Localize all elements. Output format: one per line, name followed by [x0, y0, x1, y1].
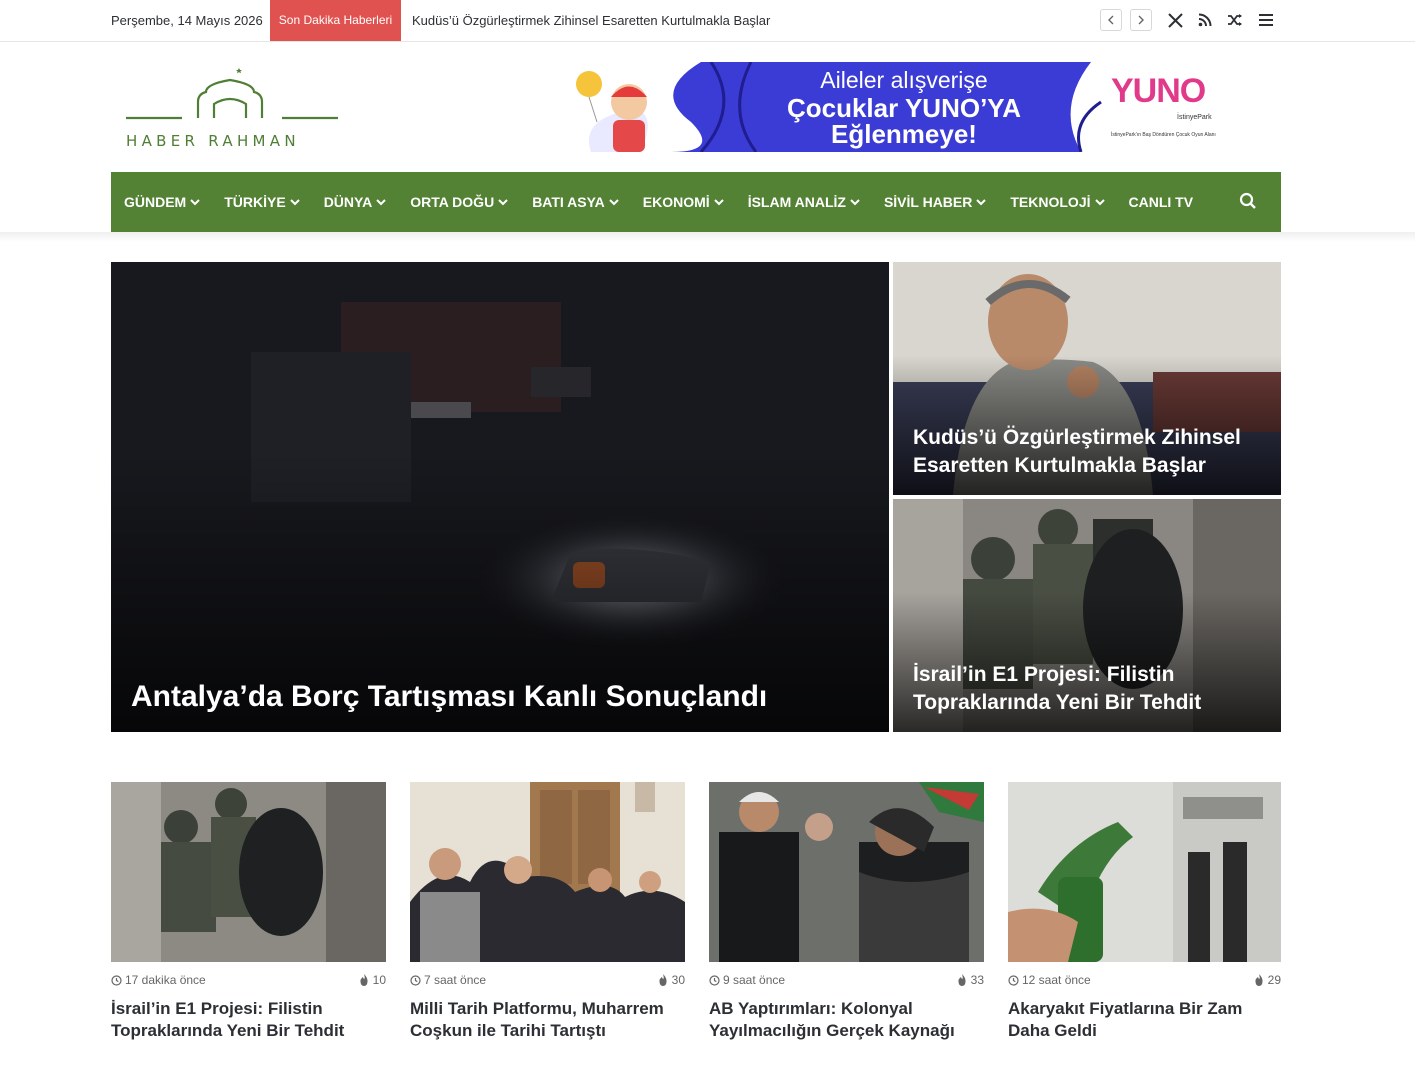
article-card-2[interactable]: 7 saat önce 30 Milli Tarih Platformu, Mu…	[410, 782, 685, 1042]
side-menu-button[interactable]	[1256, 10, 1276, 30]
chevron-down-icon	[1094, 198, 1105, 206]
nav-item-teknoloji̇[interactable]: TEKNOLOJİ	[1010, 172, 1105, 232]
nav-item-bati-asya[interactable]: BATI ASYA	[532, 172, 619, 232]
article-thumbnail-3[interactable]	[709, 782, 984, 962]
breaking-news-headline[interactable]: Kudüs’ü Özgürleştirmek Zihinsel Esarette…	[412, 0, 770, 41]
flame-icon	[958, 974, 966, 986]
chevron-down-icon	[190, 198, 200, 206]
nav-item-label: TÜRKİYE	[224, 194, 286, 210]
article-meta-4: 12 saat önce 29	[1008, 962, 1281, 998]
current-date: Perşembe, 14 Mayıs 2026	[111, 13, 263, 28]
x-icon	[1167, 12, 1183, 28]
article-views-2: 30	[658, 973, 685, 987]
nav-list: GÜNDEM TÜRKİYE DÜNYA ORTA DOĞU BATI ASYA EKON…	[111, 172, 1281, 232]
article-card-1[interactable]: 17 dakika önce 10 İsrail’in E1 Projesi: …	[111, 782, 386, 1042]
search-icon	[1239, 192, 1256, 209]
article-time-1: 17 dakika önce	[111, 973, 206, 987]
hero-side-title-2[interactable]: İsrail’in E1 Projesi: Filistin Topraklar…	[913, 661, 1263, 717]
menu-icon	[1259, 14, 1273, 26]
flame-icon	[1255, 974, 1263, 986]
yuno-logo: YUNO	[1111, 72, 1206, 110]
nav-item-ekonomi̇[interactable]: EKONOMİ	[643, 172, 724, 232]
nav-item-label: EKONOMİ	[642, 194, 710, 210]
chevron-left-icon	[1108, 15, 1114, 25]
article-thumbnail-1[interactable]	[111, 782, 386, 962]
site-logo[interactable]: HABER RAHMAN	[126, 60, 338, 152]
chevron-down-icon	[850, 198, 860, 206]
hero-main-title[interactable]: Antalya’da Borç Tartışması Kanlı Sonuçla…	[131, 678, 871, 716]
article-views-3: 33	[957, 973, 984, 987]
logo-wordmark: HABER RAHMAN	[126, 132, 300, 150]
article-time-3: 9 saat önce	[709, 973, 785, 987]
clock-icon	[410, 974, 421, 986]
banner-caption: İstinyePark’ın Baş Döndüren Çocuk Oyun A…	[1111, 132, 1216, 138]
nav-item-label: GÜNDEM	[124, 194, 187, 210]
mosque-logo-icon	[126, 62, 338, 120]
article-meta-3: 9 saat önce 33	[709, 962, 984, 998]
chevron-down-icon	[376, 198, 386, 206]
article-thumbnail-2[interactable]	[410, 782, 685, 962]
nav-item-label: BATI ASYA	[532, 194, 605, 210]
banner-line-1: Aileler alışverişe	[820, 67, 988, 93]
shuffle-icon	[1228, 14, 1242, 26]
clock-icon	[111, 974, 122, 986]
hero-main-article[interactable]: Antalya’da Borç Tartışması Kanlı Sonuçla…	[111, 262, 889, 732]
article-card-3[interactable]: 9 saat önce 33 AB Yaptırımları: Kolonyal…	[709, 782, 984, 1042]
banner-line-3: Eğlenmeye!	[831, 119, 977, 149]
nav-item-label: SİVİL HABER	[883, 194, 973, 210]
nav-item-label: ORTA DOĞU	[410, 194, 495, 210]
article-thumbnail-4[interactable]	[1008, 782, 1281, 962]
article-time-4: 12 saat önce	[1008, 973, 1091, 987]
chevron-down-icon	[498, 198, 508, 206]
banner-brand-sub: İstinyePark	[1177, 114, 1212, 121]
nav-shadow	[0, 232, 1415, 242]
nav-item-label: DÜNYA	[323, 194, 373, 210]
x-social-link[interactable]	[1165, 10, 1185, 30]
rss-link[interactable]	[1195, 10, 1215, 30]
advertisement-banner[interactable]: Aileler alışverişe Çocuklar YUNO’YA Eğle…	[551, 62, 1281, 152]
random-article-button[interactable]	[1225, 10, 1245, 30]
article-meta-1: 17 dakika önce 10	[111, 962, 386, 998]
clock-icon	[709, 974, 720, 986]
nav-item-orta-doğu[interactable]: ORTA DOĞU	[410, 172, 508, 232]
hero-side-article-2[interactable]: İsrail’in E1 Projesi: Filistin Topraklar…	[893, 499, 1281, 732]
clock-icon	[1008, 974, 1019, 986]
nav-item-label: TEKNOLOJİ	[1010, 194, 1091, 210]
chevron-down-icon	[976, 198, 987, 206]
flame-icon	[360, 974, 368, 986]
search-button[interactable]	[1239, 192, 1259, 212]
ticker-next-button[interactable]	[1130, 9, 1152, 31]
ticker-prev-button[interactable]	[1100, 9, 1122, 31]
breaking-news-label[interactable]: Son Dakika Haberleri	[270, 0, 401, 41]
rss-icon	[1198, 13, 1212, 27]
top-bar: Perşembe, 14 Mayıs 2026 Son Dakika Haber…	[0, 0, 1415, 42]
nav-item-canli-tv[interactable]: CANLI TV	[1129, 172, 1194, 232]
main-navigation: GÜNDEM TÜRKİYE DÜNYA ORTA DOĞU BATI ASYA EKON…	[111, 172, 1281, 232]
nav-item-gündem[interactable]: GÜNDEM	[124, 172, 200, 232]
nav-item-türki̇ye[interactable]: TÜRKİYE	[224, 172, 300, 232]
article-views-1: 10	[359, 973, 386, 987]
chevron-down-icon	[713, 198, 724, 206]
hero-side-article-1[interactable]: Kudüs’ü Özgürleştirmek Zihinsel Esarette…	[893, 262, 1281, 495]
article-time-2: 7 saat önce	[410, 973, 486, 987]
nav-item-i̇slam-anali̇z[interactable]: İSLAM ANALİZ	[748, 172, 860, 232]
chevron-right-icon	[1138, 15, 1144, 25]
chevron-down-icon	[609, 198, 619, 206]
chevron-down-icon	[289, 198, 300, 206]
article-title-4[interactable]: Akaryakıt Fiyatlarına Bir Zam Daha Geldi	[1008, 998, 1281, 1042]
nav-item-label: İSLAM ANALİZ	[747, 194, 846, 210]
article-title-1[interactable]: İsrail’in E1 Projesi: Filistin Topraklar…	[111, 998, 386, 1042]
article-views-4: 29	[1254, 973, 1281, 987]
nav-item-si̇vi̇l-haber[interactable]: SİVİL HABER	[883, 172, 987, 232]
flame-icon	[659, 974, 667, 986]
article-meta-2: 7 saat önce 30	[410, 962, 685, 998]
nav-item-dünya[interactable]: DÜNYA	[324, 172, 387, 232]
nav-item-label: CANLI TV	[1128, 194, 1194, 210]
article-title-2[interactable]: Milli Tarih Platformu, Muharrem Coşkun i…	[410, 998, 685, 1042]
article-card-4[interactable]: 12 saat önce 29 Akaryakıt Fiyatlarına Bi…	[1008, 782, 1281, 1042]
article-title-3[interactable]: AB Yaptırımları: Kolonyal Yayılmacılığın…	[709, 998, 984, 1042]
hero-side-title-1[interactable]: Kudüs’ü Özgürleştirmek Zihinsel Esarette…	[913, 424, 1263, 480]
